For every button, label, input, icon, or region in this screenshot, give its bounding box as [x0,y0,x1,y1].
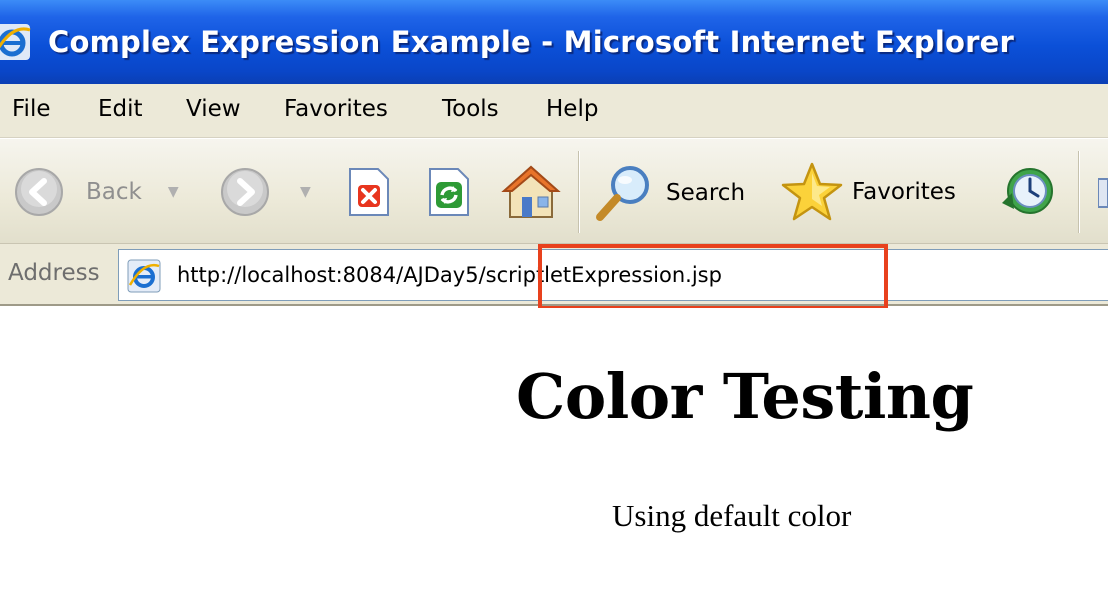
menu-tools[interactable]: Tools [442,96,499,122]
back-icon [15,168,63,216]
menu-favorites[interactable]: Favorites [284,96,388,122]
page-text: Using default color [612,498,852,533]
back-label: Back [86,179,142,205]
favorites-button[interactable]: Favorites [780,161,956,223]
favorites-icon [781,162,843,221]
toolbar-separator [1078,151,1080,233]
stop-icon [349,168,389,216]
history-icon [1002,168,1053,214]
menu-help[interactable]: Help [546,96,598,122]
menu-bar: File Edit View Favorites Tools Help [0,84,1108,138]
menu-view[interactable]: View [186,96,241,122]
menu-file[interactable]: File [12,96,51,122]
refresh-icon [429,168,469,216]
mail-button[interactable] [1098,173,1108,213]
ie-logo-icon [0,24,31,60]
forward-button[interactable]: ▼ [220,167,311,217]
page-content: Color Testing Using default color [0,308,1108,591]
refresh-button[interactable] [426,167,472,217]
address-label: Address [8,260,100,286]
menu-edit[interactable]: Edit [98,96,143,122]
back-dropdown-icon[interactable]: ▼ [168,184,179,200]
search-label: Search [666,180,746,206]
toolbar-separator [578,151,580,233]
stop-button[interactable] [346,167,392,217]
forward-dropdown-icon[interactable]: ▼ [300,184,311,200]
page-heading: Color Testing [516,360,974,433]
standard-toolbar: Back ▼ ▼ Search Favorites [0,138,1108,244]
history-button[interactable] [998,163,1058,223]
url-highlight-box [538,244,888,310]
forward-icon [221,168,269,216]
window-title: Complex Expression Example - Microsoft I… [48,25,1014,59]
page-ie-icon [127,259,161,293]
home-icon [501,165,561,218]
mail-icon [1098,178,1108,208]
search-button[interactable]: Search [594,163,745,223]
favorites-label: Favorites [852,179,956,205]
title-bar[interactable]: Complex Expression Example - Microsoft I… [0,0,1108,84]
search-icon [596,166,649,221]
home-button[interactable] [500,163,562,221]
back-button[interactable]: Back ▼ [14,167,179,217]
